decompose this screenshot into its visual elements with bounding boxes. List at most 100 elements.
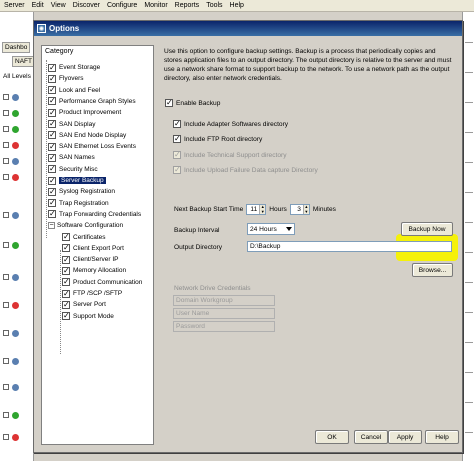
divider: [465, 342, 473, 343]
status-ok-icon: [12, 412, 19, 419]
menu-view[interactable]: View: [51, 2, 66, 9]
minutes-value[interactable]: 3: [291, 206, 303, 213]
include-adapter-row[interactable]: Include Adapter Softwares directory: [173, 118, 288, 130]
category-item-event-storage[interactable]: Event Storage: [48, 62, 101, 74]
category-item-look-and-feel[interactable]: Look and Feel: [48, 84, 100, 96]
include-adapter-checkbox[interactable]: [173, 118, 181, 130]
checkmark-icon: [62, 276, 70, 288]
category-item-performance-graph-styles[interactable]: Performance Graph Styles: [48, 95, 136, 107]
category-item-client-server-ip[interactable]: Client/Server IP: [62, 254, 119, 266]
collapse-icon[interactable]: −: [48, 222, 55, 230]
category-item-server-backup[interactable]: Server Backup: [48, 175, 106, 187]
naft-tab[interactable]: NAFT: [12, 56, 35, 67]
spinner-arrows-icon[interactable]: ▲ ▼: [302, 204, 309, 214]
category-item-label: Certificates: [73, 233, 106, 241]
checkmark-icon: [62, 288, 70, 300]
tree-expander[interactable]: [3, 126, 9, 132]
status-ok-icon: [12, 110, 19, 117]
menu-help[interactable]: Help: [230, 2, 244, 9]
tree-expander[interactable]: [3, 412, 9, 418]
options-dialog: Options Category Event Storage Flyovers Lo…: [33, 20, 463, 453]
tree-expander[interactable]: [3, 434, 9, 440]
category-item-server-port[interactable]: Server Port: [62, 299, 106, 311]
category-header: Category: [42, 46, 153, 58]
category-item-label: FTP /SCP /SFTP: [73, 290, 123, 297]
tree-expander[interactable]: [3, 274, 9, 280]
category-item-product-improvement[interactable]: Product Improvement: [48, 107, 122, 119]
apply-button[interactable]: Apply: [388, 430, 422, 444]
category-item-support-mode[interactable]: Support Mode: [62, 310, 114, 322]
backup-now-button[interactable]: Backup Now: [401, 222, 453, 236]
category-item-syslog-registration[interactable]: Syslog Registration: [48, 186, 115, 198]
checkmark-icon: [48, 186, 56, 198]
dialog-title-bar[interactable]: Options: [34, 21, 462, 36]
status-error-icon: [12, 434, 19, 441]
browse-button[interactable]: Browse...: [412, 263, 453, 277]
tree-expander[interactable]: [3, 242, 9, 248]
divider: [465, 312, 473, 313]
tree-expander[interactable]: [3, 212, 9, 218]
app-icon: [37, 24, 46, 33]
enable-backup-row[interactable]: Enable Backup: [165, 97, 220, 109]
help-button[interactable]: Help: [425, 430, 459, 444]
category-item-memory-allocation[interactable]: Memory Allocation: [62, 265, 126, 277]
category-item-label: Flyovers: [59, 75, 84, 83]
output-dir-input[interactable]: D:\Backup: [247, 241, 452, 252]
divider: [465, 372, 473, 373]
category-item-security-misc[interactable]: Security Misc: [48, 163, 98, 175]
checkmark-icon: [62, 299, 70, 311]
include-ftp-label: Include FTP Root directory: [184, 135, 263, 143]
include-ftp-checkbox[interactable]: [173, 133, 181, 145]
menu-bar: Server Edit View Discover Configure Moni…: [0, 0, 474, 12]
backup-interval-select[interactable]: 24 Hours: [247, 223, 295, 235]
tree-expander[interactable]: [3, 94, 9, 100]
tree-expander[interactable]: [3, 384, 9, 390]
category-item-trap-forwarding-credentials[interactable]: Trap Forwarding Credentials: [48, 208, 141, 220]
menu-edit[interactable]: Edit: [32, 2, 44, 9]
spinner-arrows-icon[interactable]: ▲ ▼: [259, 204, 266, 214]
category-item-software-configuration[interactable]: − Software Configuration: [48, 220, 123, 231]
minutes-spinner[interactable]: 3 ▲ ▼: [289, 204, 310, 215]
category-item-san-display[interactable]: SAN Display: [48, 118, 95, 130]
network-creds-label: Network Drive Credentials: [174, 285, 251, 292]
checkmark-icon: [62, 310, 70, 322]
tree-expander[interactable]: [3, 110, 9, 116]
hours-value[interactable]: 11: [247, 206, 259, 213]
category-item-trap-registration[interactable]: Trap Registration: [48, 197, 109, 209]
tree-expander[interactable]: [3, 142, 9, 148]
cancel-button[interactable]: Cancel: [354, 430, 388, 444]
tree-expander[interactable]: [3, 174, 9, 180]
menu-server[interactable]: Server: [4, 2, 25, 9]
include-upload-row: Include Upload Failure Data capture Dire…: [173, 164, 318, 176]
category-item-flyovers[interactable]: Flyovers: [48, 73, 84, 85]
category-item-san-names[interactable]: SAN Names: [48, 152, 95, 164]
enable-backup-checkbox[interactable]: [165, 97, 173, 109]
menu-tools[interactable]: Tools: [206, 2, 222, 9]
category-item-label: Event Storage: [59, 64, 101, 71]
include-ftp-row[interactable]: Include FTP Root directory: [173, 133, 263, 145]
menu-discover[interactable]: Discover: [73, 2, 100, 9]
category-item-label: Product Improvement: [59, 109, 122, 117]
menu-reports[interactable]: Reports: [175, 2, 200, 9]
category-item-label: SAN Names: [59, 154, 95, 162]
category-item-san-end-node-display[interactable]: SAN End Node Display: [48, 129, 126, 141]
category-item-client-export-port[interactable]: Client Export Port: [62, 242, 124, 254]
category-item-label: Product Communication: [73, 278, 143, 286]
tree-expander[interactable]: [3, 330, 9, 336]
tree-expander[interactable]: [3, 158, 9, 164]
background-tree-panel: Dashbo NAFT All Levels: [0, 12, 35, 461]
category-item-product-communication[interactable]: Product Communication: [62, 276, 143, 288]
category-item-san-ethernet-loss-events[interactable]: SAN Ethernet Loss Events: [48, 141, 136, 153]
divider: [465, 102, 473, 103]
category-item-ftp-scp-sftp[interactable]: FTP /SCP /SFTP: [62, 288, 123, 300]
tree-expander[interactable]: [3, 302, 9, 308]
tree-expander[interactable]: [3, 358, 9, 364]
ok-button[interactable]: OK: [315, 430, 349, 444]
checkmark-icon: [48, 107, 56, 119]
category-item-certificates[interactable]: Certificates: [62, 231, 106, 243]
dashboard-tab[interactable]: Dashbo: [2, 42, 31, 53]
menu-configure[interactable]: Configure: [107, 2, 137, 9]
include-tech-checkbox: [173, 149, 181, 161]
menu-monitor[interactable]: Monitor: [144, 2, 167, 9]
hours-spinner[interactable]: 11 ▲ ▼: [246, 204, 267, 215]
